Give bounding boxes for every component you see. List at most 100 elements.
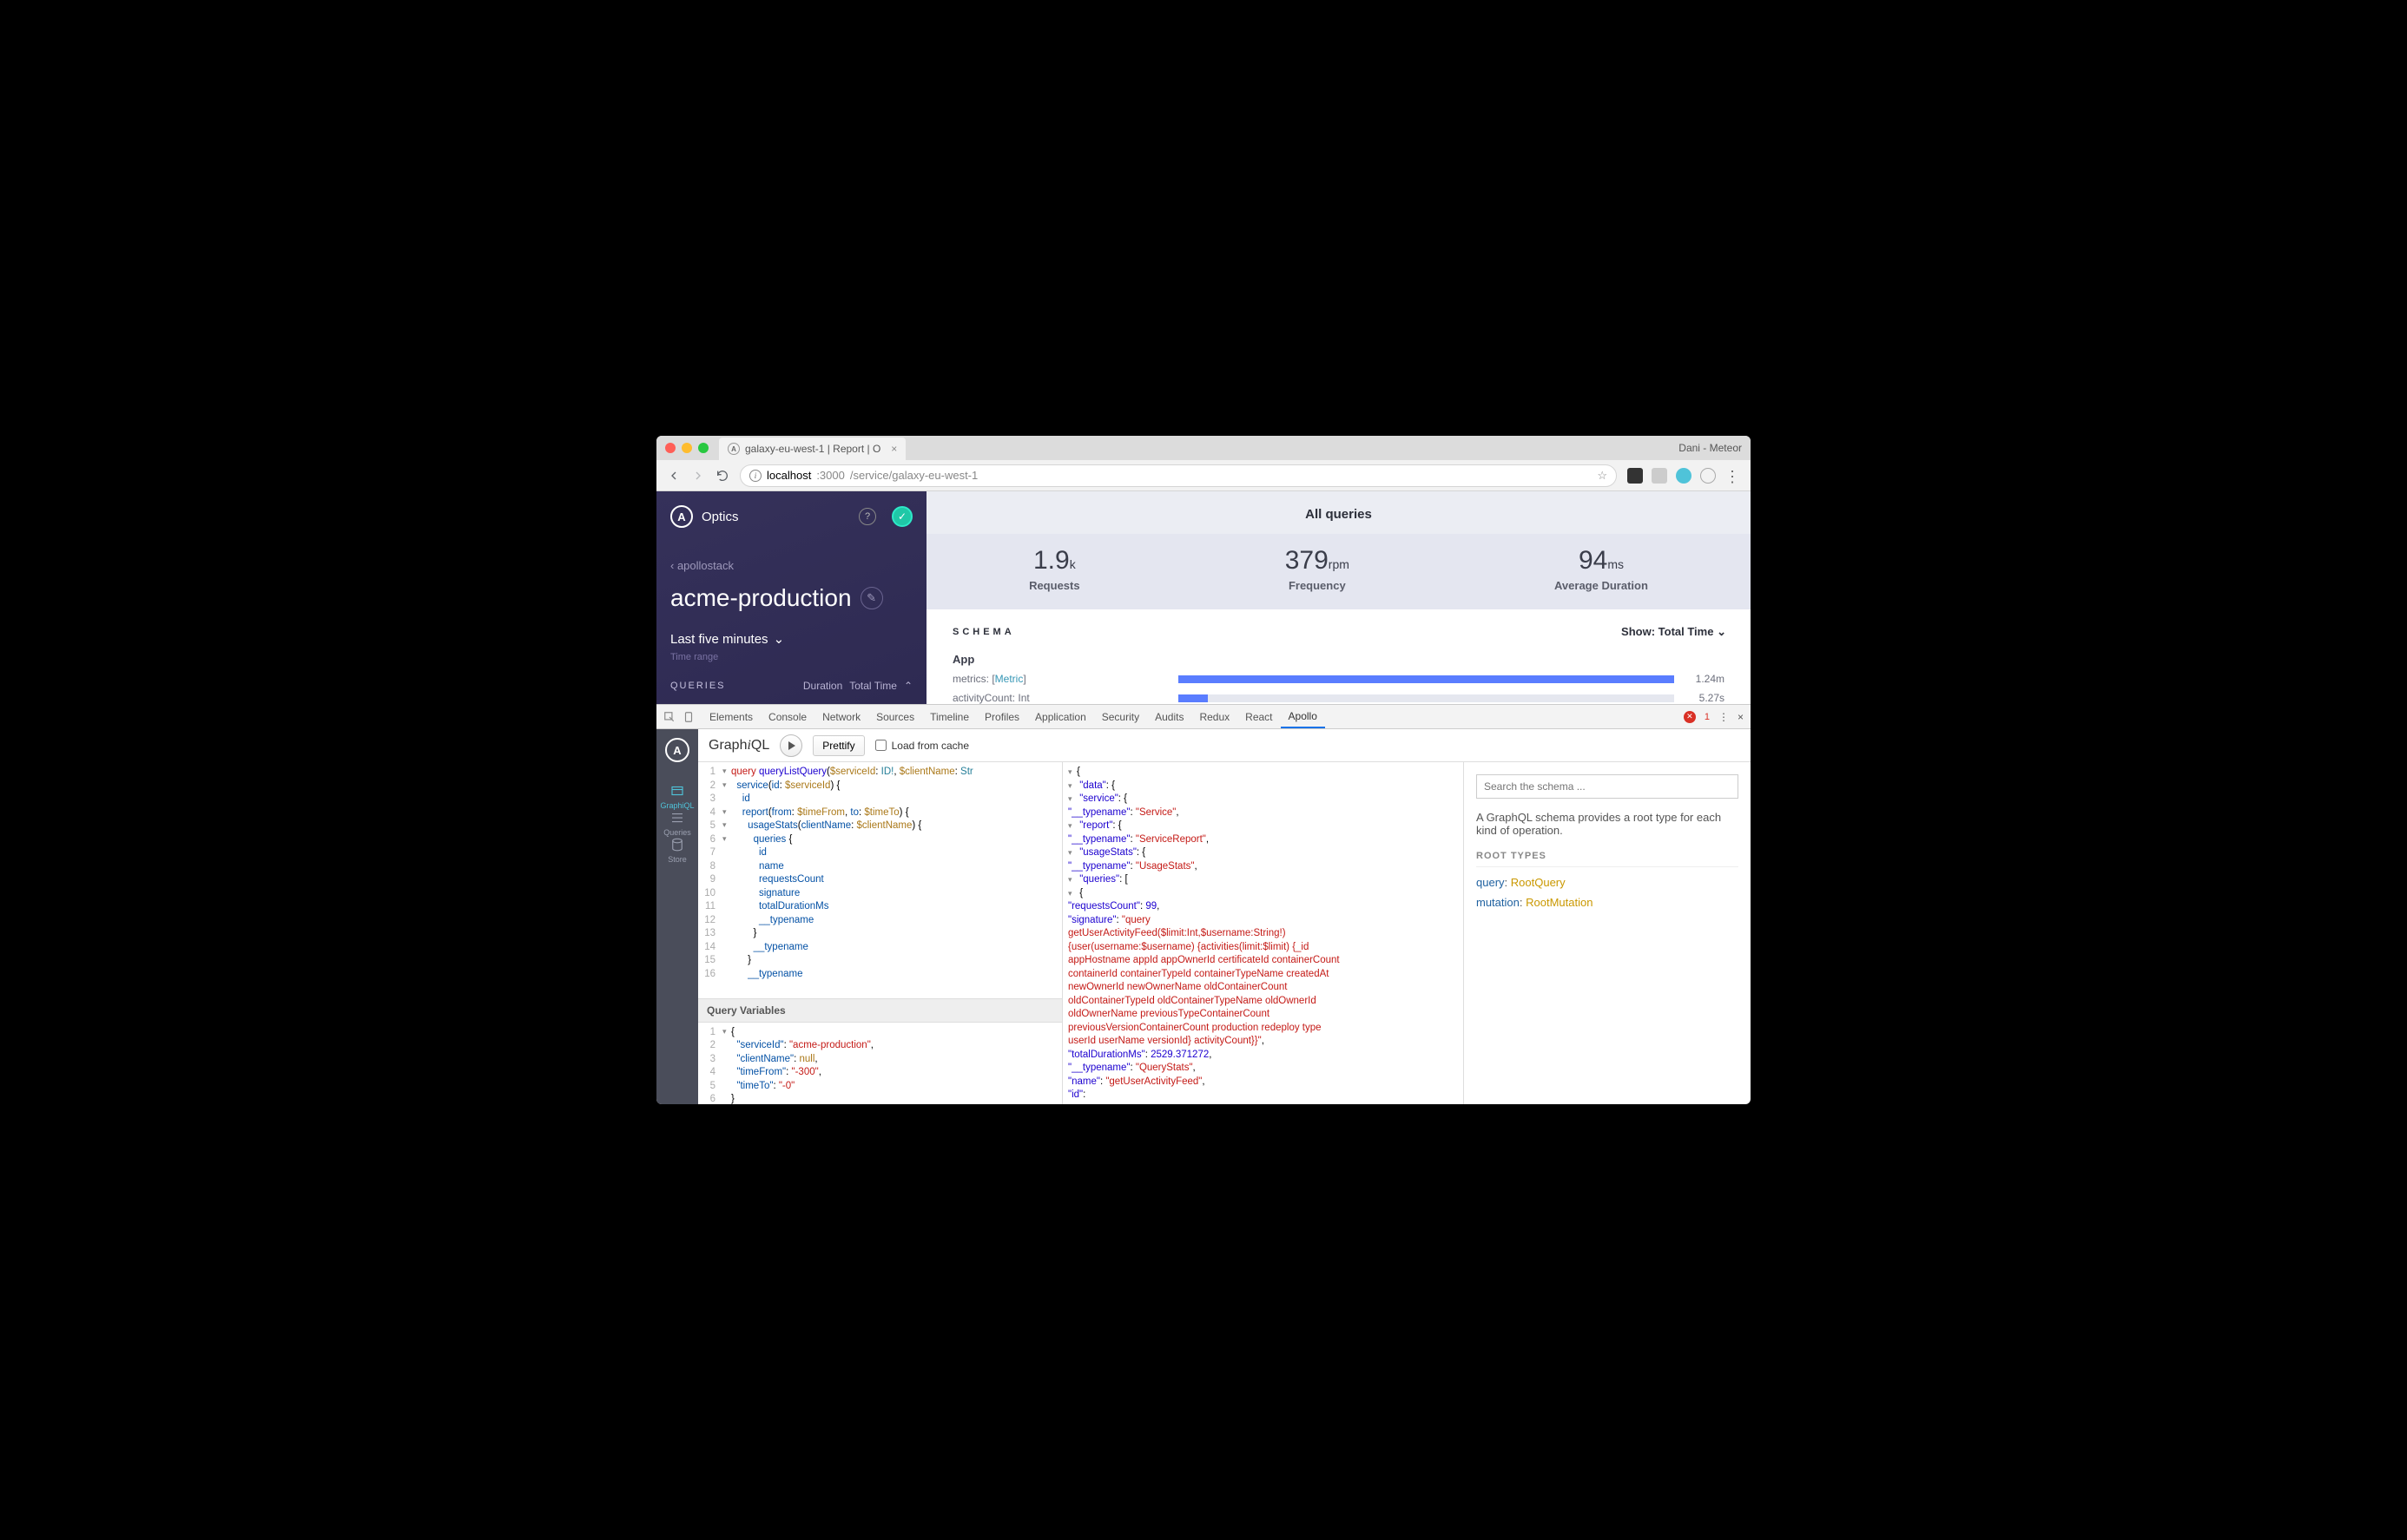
devtools-tab-timeline[interactable]: Timeline: [922, 705, 977, 728]
result-line: ▾ {: [1068, 887, 1458, 901]
code-line[interactable]: 7 id: [698, 846, 1062, 860]
code-line[interactable]: 6▾ queries {: [698, 833, 1062, 847]
gear-icon[interactable]: ✎: [861, 587, 883, 609]
extension-icon[interactable]: [1627, 468, 1643, 484]
bookmark-icon[interactable]: ☆: [1597, 469, 1607, 483]
inspect-icon[interactable]: [663, 711, 676, 723]
breadcrumb[interactable]: apollostack: [670, 559, 913, 572]
all-queries-header: All queries: [927, 491, 1751, 534]
devtools-tab-sources[interactable]: Sources: [868, 705, 922, 728]
apollo-sidebar-store[interactable]: Store: [660, 837, 694, 864]
code-line[interactable]: 14 __typename: [698, 941, 1062, 955]
browser-user[interactable]: Dani - Meteor: [1678, 442, 1742, 454]
schema-row[interactable]: metrics: [Metric] 1.24m: [953, 673, 1724, 685]
forward-icon[interactable]: [691, 469, 705, 483]
query-editor[interactable]: 1▾query queryListQuery($serviceId: ID!, …: [698, 762, 1063, 1104]
code-line[interactable]: 8 name: [698, 860, 1062, 874]
devtools-tab-redux[interactable]: Redux: [1191, 705, 1237, 728]
code-line[interactable]: 3 id: [698, 793, 1062, 806]
metric-label: Requests: [1029, 579, 1080, 592]
code-line[interactable]: 4▾ report(from: $timeFrom, to: $timeTo) …: [698, 806, 1062, 820]
site-info-icon[interactable]: i: [749, 470, 762, 482]
cache-checkbox-input[interactable]: [875, 740, 887, 751]
code-line[interactable]: 5▾ usageStats(clientName: $clientName) {: [698, 819, 1062, 833]
sort-options[interactable]: Duration Total Time ⌃: [803, 680, 913, 692]
devtools-tab-profiles[interactable]: Profiles: [977, 705, 1027, 728]
browser-tab[interactable]: A galaxy-eu-west-1 | Report | O ×: [719, 438, 906, 460]
code-line[interactable]: 5 "timeTo": "-0": [698, 1080, 1062, 1094]
code-line[interactable]: 9 requestsCount: [698, 873, 1062, 887]
load-cache-checkbox[interactable]: Load from cache: [875, 740, 969, 752]
maximize-icon[interactable]: [698, 443, 709, 453]
error-badge[interactable]: ✕: [1684, 711, 1696, 723]
show-selector[interactable]: Show: Total Time ⌄: [1621, 625, 1726, 639]
queries-header: QUERIES Duration Total Time ⌃: [670, 680, 913, 692]
back-icon[interactable]: [667, 469, 681, 483]
result-line: "__typename": "Service",: [1068, 806, 1458, 820]
devtools-close-icon[interactable]: ×: [1738, 711, 1744, 723]
devtools-tab-console[interactable]: Console: [761, 705, 814, 728]
error-count: 1: [1705, 712, 1710, 722]
metric-unit: ms: [1607, 557, 1624, 571]
devtools-tab-apollo[interactable]: Apollo: [1281, 705, 1325, 728]
tab-title: galaxy-eu-west-1 | Report | O: [745, 443, 880, 455]
code-line[interactable]: 12 __typename: [698, 914, 1062, 928]
device-icon[interactable]: [683, 711, 695, 723]
code-line[interactable]: 1▾{: [698, 1026, 1062, 1040]
result-line: ▾ "data": {: [1068, 780, 1458, 793]
reload-icon[interactable]: [716, 469, 729, 483]
timerange-selector[interactable]: Last five minutes ⌄: [670, 631, 913, 647]
code-line[interactable]: 3 "clientName": null,: [698, 1053, 1062, 1067]
sidebar: A Optics ? ✓ apollostack acme-production…: [656, 491, 927, 704]
schema-row[interactable]: activityCount: Int 5.27s: [953, 692, 1724, 704]
code-line[interactable]: 6}: [698, 1093, 1062, 1104]
extension-icon[interactable]: [1676, 468, 1691, 484]
result-line: "totalDurationMs": 2529.371272,: [1068, 1049, 1458, 1063]
close-icon[interactable]: [665, 443, 676, 453]
schema-time: 1.24m: [1683, 673, 1724, 685]
optics-dashboard: A Optics ? ✓ apollostack acme-production…: [656, 491, 1751, 704]
result-line: getUserActivityFeed($limit:Int,$username…: [1068, 927, 1458, 941]
window-controls[interactable]: [665, 443, 709, 453]
code-line[interactable]: 2 "serviceId": "acme-production",: [698, 1039, 1062, 1053]
tab-close-icon[interactable]: ×: [891, 443, 897, 455]
extension-icon[interactable]: [1700, 468, 1716, 484]
result-line: "__typename": "ServiceReport",: [1068, 833, 1458, 847]
code-line[interactable]: 1▾query queryListQuery($serviceId: ID!, …: [698, 766, 1062, 780]
devtools-tab-audits[interactable]: Audits: [1147, 705, 1191, 728]
apollo-sidebar-graphiql[interactable]: GraphiQL: [660, 783, 694, 810]
prettify-button[interactable]: Prettify: [813, 735, 864, 756]
help-icon[interactable]: ?: [859, 508, 876, 525]
schema-bar: [1178, 694, 1674, 702]
devtools-tab-security[interactable]: Security: [1094, 705, 1147, 728]
apollo-sidebar-queries[interactable]: Queries: [660, 810, 694, 837]
code-line[interactable]: 2▾ service(id: $serviceId) {: [698, 780, 1062, 793]
devtools-menu-icon[interactable]: ⋮: [1718, 711, 1729, 723]
result-line: containerId containerTypeId containerTyp…: [1068, 968, 1458, 982]
schema-search-input[interactable]: [1476, 774, 1738, 799]
code-line[interactable]: 10 signature: [698, 887, 1062, 901]
code-line[interactable]: 11 totalDurationMs: [698, 900, 1062, 914]
result-line: ▾ "report": {: [1068, 819, 1458, 833]
code-line[interactable]: 15 }: [698, 954, 1062, 968]
minimize-icon[interactable]: [682, 443, 692, 453]
query-variables-header[interactable]: Query Variables: [698, 998, 1062, 1023]
root-types-label: ROOT TYPES: [1476, 851, 1738, 867]
devtools-tab-react[interactable]: React: [1237, 705, 1280, 728]
devtools-tab-network[interactable]: Network: [814, 705, 868, 728]
chrome-menu-icon[interactable]: ⋮: [1724, 468, 1740, 484]
code-line[interactable]: 4 "timeFrom": "-300",: [698, 1066, 1062, 1080]
code-line[interactable]: 13 }: [698, 927, 1062, 941]
status-check-icon[interactable]: ✓: [892, 506, 913, 527]
devtools-tab-application[interactable]: Application: [1027, 705, 1094, 728]
root-type-field[interactable]: query: RootQuery: [1476, 876, 1738, 889]
extension-icon[interactable]: [1652, 468, 1667, 484]
devtools-tab-elements[interactable]: Elements: [702, 705, 761, 728]
address-bar[interactable]: i localhost:3000/service/galaxy-eu-west-…: [740, 464, 1617, 487]
metric-value: 94: [1579, 546, 1607, 575]
metric-value: 379: [1285, 546, 1329, 575]
result-viewer[interactable]: ▾{▾ "data": {▾ "service": { "__typename"…: [1063, 762, 1464, 1104]
play-button[interactable]: [780, 734, 802, 757]
code-line[interactable]: 16 __typename: [698, 968, 1062, 982]
root-type-field[interactable]: mutation: RootMutation: [1476, 896, 1738, 909]
